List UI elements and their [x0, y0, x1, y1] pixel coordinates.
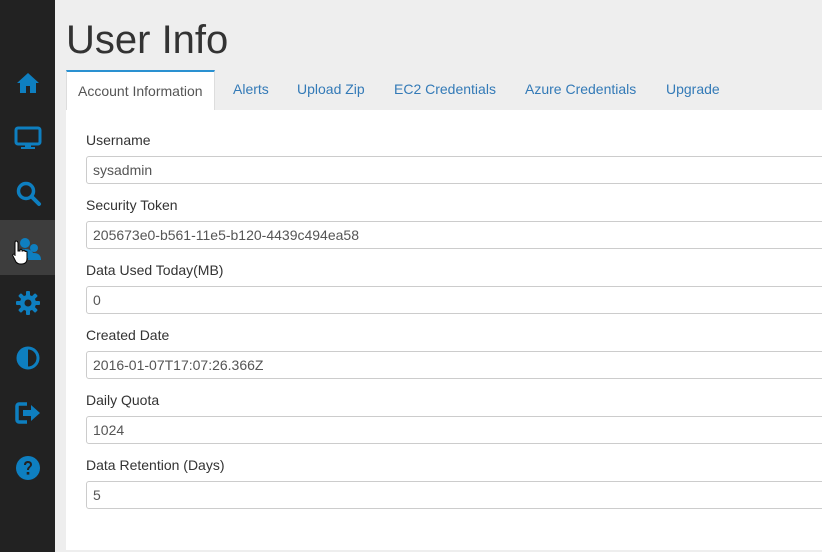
home-icon	[16, 72, 39, 93]
username-label: Username	[86, 132, 151, 148]
sidebar	[0, 0, 55, 552]
sidebar-item-desktop[interactable]	[0, 110, 55, 165]
gear-icon	[15, 290, 40, 315]
sidebar-item-help[interactable]	[0, 440, 55, 495]
created-date-label: Created Date	[86, 327, 170, 343]
monitor-icon	[14, 126, 41, 149]
daily-quota-field[interactable]: 1024	[86, 416, 822, 444]
sign-out-icon	[14, 401, 40, 424]
tab-upgrade[interactable]: Upgrade	[666, 70, 720, 109]
tab-bar: Account Information Alerts Upload Zip EC…	[66, 70, 822, 111]
sidebar-item-home[interactable]	[0, 55, 55, 110]
username-field[interactable]: sysadmin	[86, 156, 822, 184]
sidebar-item-sign-out[interactable]	[0, 385, 55, 440]
data-used-today-label: Data Used Today(MB)	[86, 262, 224, 278]
sidebar-item-theme[interactable]	[0, 330, 55, 385]
created-date-field[interactable]: 2016-01-07T17:07:26.366Z	[86, 351, 822, 379]
security-token-label: Security Token	[86, 197, 178, 213]
data-used-today-field[interactable]: 0	[86, 286, 822, 314]
tab-alerts[interactable]: Alerts	[233, 70, 269, 109]
sidebar-item-search[interactable]	[0, 165, 55, 220]
page-title: User Info	[66, 18, 229, 62]
data-retention-label: Data Retention (Days)	[86, 457, 225, 473]
tab-azure-credentials[interactable]: Azure Credentials	[525, 70, 636, 109]
data-retention-field[interactable]: 5	[86, 481, 822, 509]
daily-quota-label: Daily Quota	[86, 392, 160, 408]
pointer-cursor-icon	[12, 240, 28, 265]
tab-upload-zip[interactable]: Upload Zip	[297, 70, 365, 109]
sidebar-item-settings[interactable]	[0, 275, 55, 330]
tab-ec2-credentials[interactable]: EC2 Credentials	[394, 70, 496, 109]
security-token-field[interactable]: 205673e0-b561-11e5-b120-4439c494ea58	[86, 221, 822, 249]
contrast-icon	[16, 346, 39, 369]
help-icon	[15, 455, 40, 480]
search-icon	[16, 181, 41, 206]
tab-account-information[interactable]: Account Information	[66, 70, 215, 111]
